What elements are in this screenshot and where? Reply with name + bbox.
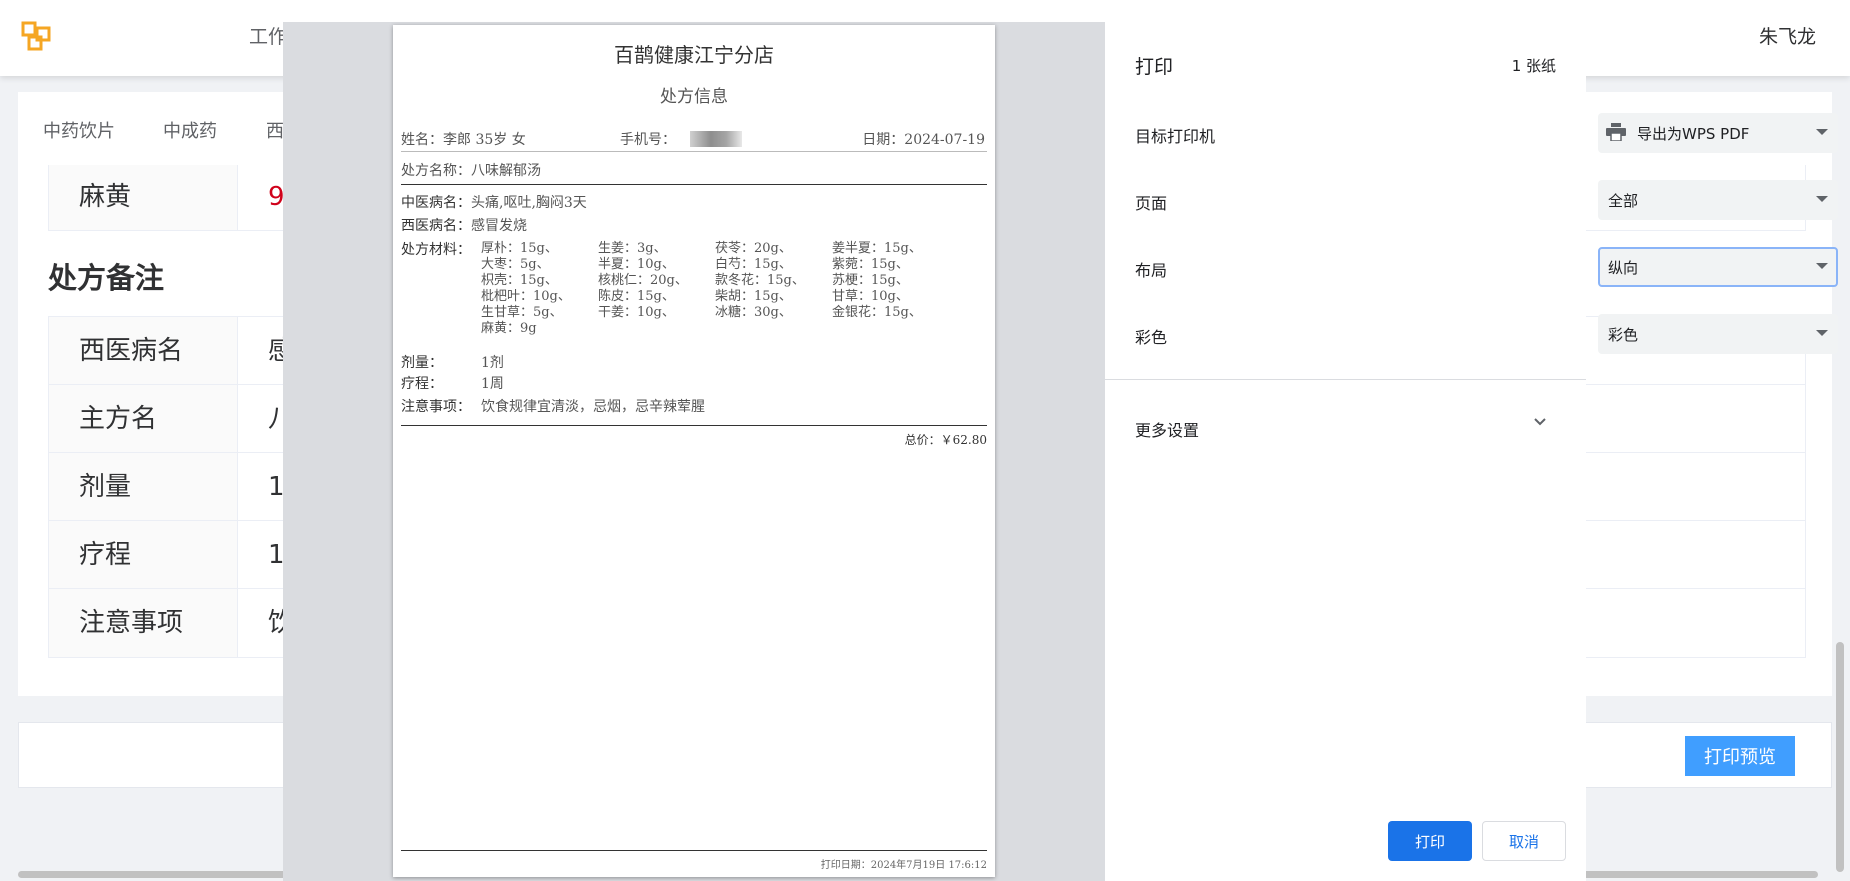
materials-label: 处方材料： xyxy=(401,242,471,258)
chevron-down-icon[interactable] xyxy=(1532,414,1548,430)
phone-label: 手机号： xyxy=(620,132,676,148)
material-item: 冰糖：30g、 xyxy=(715,305,792,320)
chevron-down-icon xyxy=(1816,196,1828,202)
print-settings-panel: 打印 1 张纸 目标打印机 导出为WPS PDF 页面 全部 布局 纵向 彩色 … xyxy=(1105,22,1838,881)
material-item: 大枣：5g、 xyxy=(481,257,550,272)
nav-workbench[interactable]: 工作 xyxy=(249,22,287,49)
material-item: 半夏：10g、 xyxy=(598,257,675,272)
destination-label: 目标打印机 xyxy=(1135,127,1216,146)
materials-label-row: 处方材料： xyxy=(401,239,471,259)
material-item: 核桃仁：20g、 xyxy=(598,273,688,288)
chevron-down-icon xyxy=(1816,129,1828,135)
material-item: 茯苓：20g、 xyxy=(715,241,792,256)
tab-western-medicine[interactable]: 西 xyxy=(266,117,284,143)
remark-label: 注意事项 xyxy=(49,589,238,657)
western-diagnosis: 西医病名：感冒发烧 xyxy=(401,215,527,235)
material-item: 白芍：15g、 xyxy=(715,257,792,272)
app-logo-icon[interactable] xyxy=(20,20,54,52)
divider xyxy=(401,850,987,851)
layout-value: 纵向 xyxy=(1608,259,1639,277)
remark-label: 西医病名 xyxy=(49,317,238,384)
material-item: 金银花：15g、 xyxy=(832,305,922,320)
phone-masked xyxy=(690,131,742,147)
vertical-scrollbar[interactable] xyxy=(1836,642,1844,872)
print-preview-button[interactable]: 打印预览 xyxy=(1685,736,1795,776)
tab-patent-medicine[interactable]: 中成药 xyxy=(163,117,217,143)
material-item: 姜半夏：15g、 xyxy=(832,241,922,256)
prescription-date: 日期：2024-07-19 xyxy=(862,132,985,148)
notes-row: 注意事项： 饮食规律宜清淡，忌烟，忌辛辣荤腥 xyxy=(401,396,705,416)
notes-label: 注意事项： xyxy=(401,399,471,415)
material-item: 枳壳：15g、 xyxy=(481,273,558,288)
pages-label: 页面 xyxy=(1135,194,1168,213)
divider xyxy=(401,184,987,185)
material-item: 干姜：10g、 xyxy=(598,305,675,320)
divider xyxy=(401,151,987,152)
destination-value: 导出为WPS PDF xyxy=(1637,125,1750,143)
destination-select[interactable]: 导出为WPS PDF xyxy=(1598,113,1838,153)
prescription-name: 处方名称：八味解郁汤 xyxy=(401,163,541,179)
remark-label: 剂量 xyxy=(49,453,238,520)
material-item: 陈皮：15g、 xyxy=(598,289,675,304)
tcm-diagnosis: 中医病名：头痛,呕吐,胸闷3天 xyxy=(401,192,587,212)
chevron-down-icon xyxy=(1816,330,1828,336)
total-price: 总价：￥62.80 xyxy=(904,433,987,447)
remark-label: 主方名 xyxy=(49,385,238,452)
tab-herbal-pieces[interactable]: 中药饮片 xyxy=(43,117,115,143)
color-select[interactable]: 彩色 xyxy=(1598,314,1838,354)
notes-value: 饮食规律宜清淡，忌烟，忌辛辣荤腥 xyxy=(481,399,705,415)
material-item: 苏梗：15g、 xyxy=(832,273,909,288)
wm-value: 感冒发烧 xyxy=(471,218,527,234)
print-button[interactable]: 打印 xyxy=(1388,821,1472,861)
layout-label: 布局 xyxy=(1135,261,1168,280)
printer-icon xyxy=(1606,123,1626,141)
user-name[interactable]: 朱飞龙 xyxy=(1759,22,1816,49)
remark-label: 疗程 xyxy=(49,521,238,588)
material-item: 甘草：10g、 xyxy=(832,289,909,304)
print-title: 打印 xyxy=(1135,56,1174,78)
print-preview-page: 百鹊健康江宁分店 处方信息 姓名：李郎 35岁 女 手机号： 日期：2024-0… xyxy=(393,25,995,877)
remarks-title: 处方备注 xyxy=(48,261,165,295)
material-item: 厚朴：15g、 xyxy=(481,241,558,256)
herb-name: 麻黄 xyxy=(49,165,238,230)
material-item: 柴胡：15g、 xyxy=(715,289,792,304)
chevron-down-icon xyxy=(1816,263,1828,269)
pages-select[interactable]: 全部 xyxy=(1598,180,1838,220)
pages-value: 全部 xyxy=(1608,192,1639,210)
divider xyxy=(1105,379,1586,380)
material-item: 枇杷叶：10g、 xyxy=(481,289,571,304)
more-settings-toggle[interactable]: 更多设置 xyxy=(1135,417,1199,441)
course-label: 疗程： xyxy=(401,376,443,392)
dose-value: 1剂 xyxy=(481,355,504,371)
paper-subtitle: 处方信息 xyxy=(660,87,728,107)
course-value: 1周 xyxy=(481,376,504,392)
layout-select[interactable]: 纵向 xyxy=(1598,247,1838,287)
divider xyxy=(401,425,987,426)
shop-name: 百鹊健康江宁分店 xyxy=(614,43,774,67)
patient-info: 姓名：李郎 35岁 女 xyxy=(401,132,526,148)
material-item: 生甘草：5g、 xyxy=(481,305,563,320)
tcm-label: 中医病名： xyxy=(401,195,471,211)
dose-label: 剂量： xyxy=(401,355,443,371)
material-item: 麻黄：9g xyxy=(481,321,537,336)
dose-row: 剂量： 1剂 xyxy=(401,352,504,372)
course-row: 疗程： 1周 xyxy=(401,373,504,393)
wm-label: 西医病名： xyxy=(401,218,471,234)
print-dialog: 百鹊健康江宁分店 处方信息 姓名：李郎 35岁 女 手机号： 日期：2024-0… xyxy=(283,22,1838,881)
color-label: 彩色 xyxy=(1135,328,1168,347)
cancel-button[interactable]: 取消 xyxy=(1482,821,1566,861)
print-date: 打印日期：2024年7月19日 17:6:12 xyxy=(820,860,987,871)
material-item: 生姜：3g、 xyxy=(598,241,667,256)
material-item: 紫菀：15g、 xyxy=(832,257,909,272)
material-item: 款冬花：15g、 xyxy=(715,273,805,288)
tcm-value: 头痛,呕吐,胸闷3天 xyxy=(471,195,587,211)
materials-list: 厚朴：15g、 生姜：3g、 茯苓：20g、 姜半夏：15g、 大枣：5g、 半夏：10… xyxy=(481,241,949,337)
sheet-count: 1 张纸 xyxy=(1511,57,1556,75)
color-value: 彩色 xyxy=(1608,326,1639,344)
